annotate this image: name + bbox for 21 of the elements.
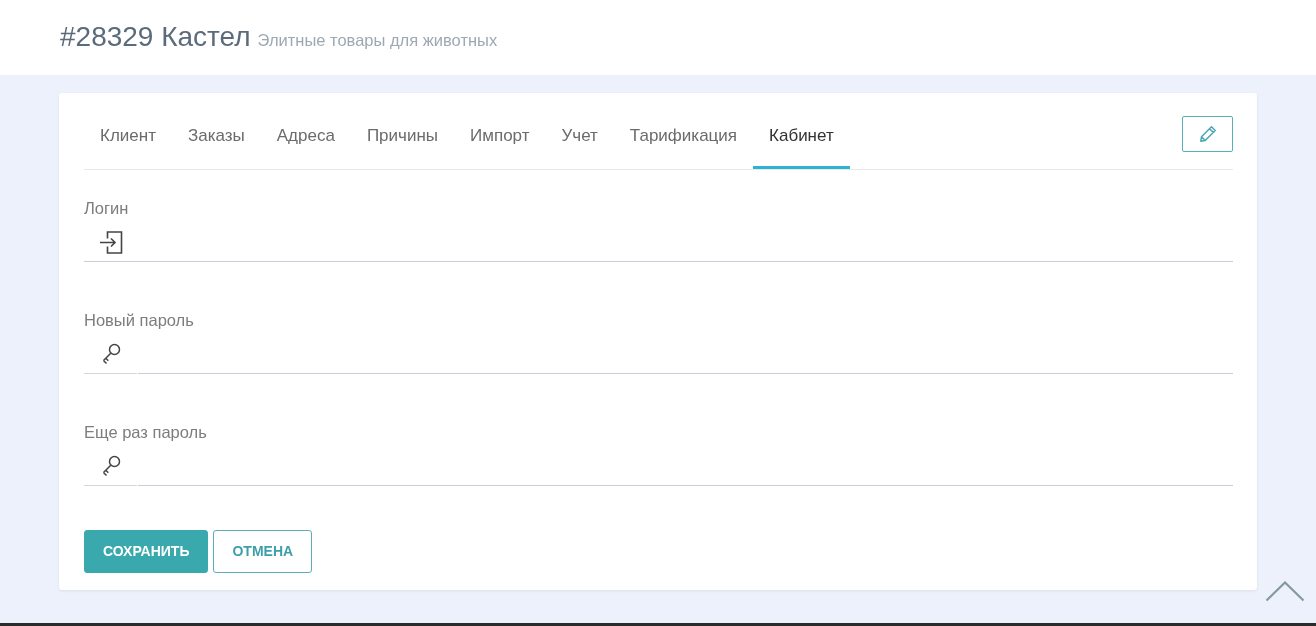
chevron-up-icon[interactable] (1265, 581, 1305, 602)
cancel-button[interactable]: ОТМЕНА (213, 530, 313, 573)
tab[interactable]: Заказы (171, 103, 261, 169)
tab[interactable]: Учет (545, 103, 614, 169)
login-icon (98, 230, 123, 254)
page-subtitle: Элитные товары для животных (257, 30, 498, 51)
edit-button[interactable] (1182, 116, 1233, 152)
tab[interactable]: Импорт (454, 103, 546, 169)
field-label: Логин (84, 198, 130, 218)
tab[interactable]: Тарификация (613, 103, 754, 169)
tab[interactable]: Клиент (84, 103, 172, 169)
field-label: Еще раз пароль (84, 422, 208, 442)
tab[interactable]: Кабинет (753, 103, 850, 169)
key-icon (100, 455, 121, 477)
key-icon (100, 343, 121, 365)
tab[interactable]: Причины (350, 103, 455, 169)
page-title: #28329 Кастел (60, 20, 251, 54)
pencil-icon (1198, 125, 1217, 143)
tab[interactable]: Адреса (260, 103, 351, 169)
field-label: Новый пароль (84, 310, 195, 330)
save-button[interactable]: СОХРАНИТЬ (84, 530, 209, 573)
